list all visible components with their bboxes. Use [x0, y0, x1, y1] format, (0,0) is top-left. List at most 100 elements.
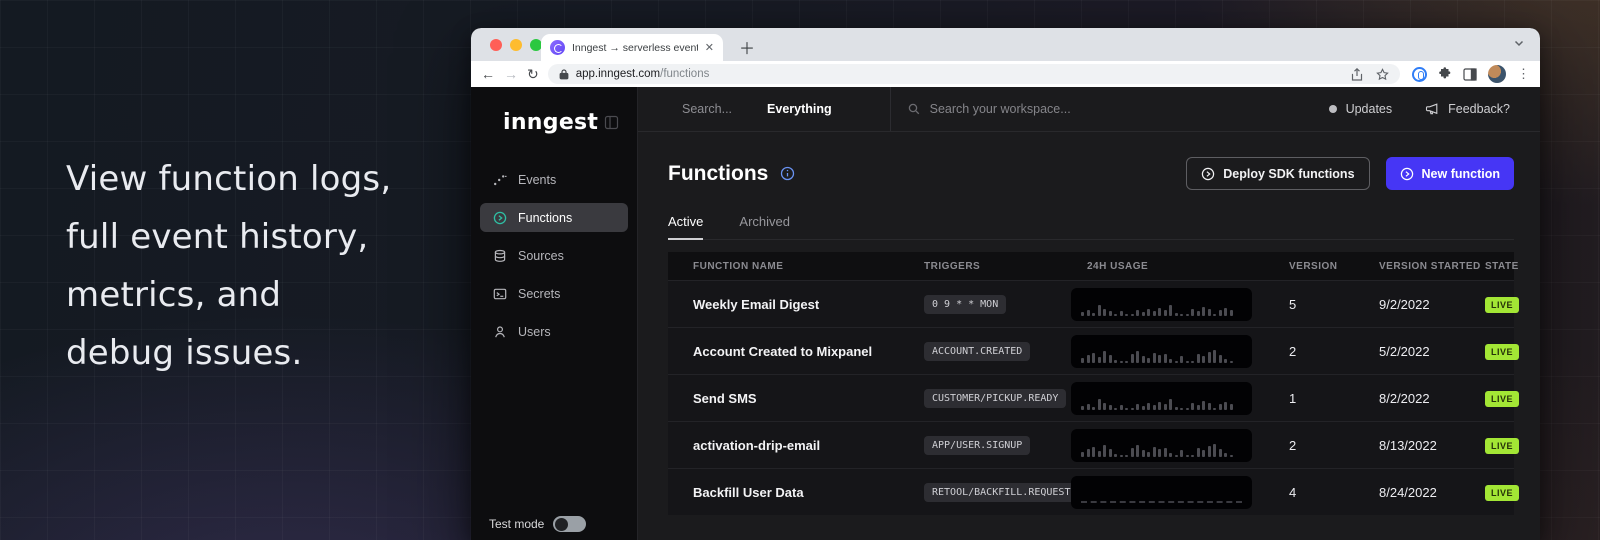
sidebar-item-functions[interactable]: Functions — [480, 203, 628, 232]
secrets-icon — [493, 287, 507, 301]
search-label[interactable]: Search... — [682, 102, 732, 116]
updates-label: Updates — [1346, 102, 1393, 116]
tab-active[interactable]: Active — [668, 214, 703, 239]
function-name: Weekly Email Digest — [693, 297, 924, 312]
function-name: Send SMS — [693, 391, 924, 406]
workspace-search-placeholder: Search your workspace... — [930, 102, 1071, 116]
version-started-date: 8/13/2022 — [1379, 438, 1485, 453]
hero-line: metrics, and — [66, 266, 391, 324]
address-bar[interactable]: app.inngest.com/functions — [548, 64, 1400, 84]
new-function-button[interactable]: New function — [1386, 157, 1514, 190]
version-started-date: 8/2/2022 — [1379, 391, 1485, 406]
inngest-favicon-icon — [550, 40, 565, 55]
toggle-knob — [555, 518, 568, 531]
browser-window: Inngest → serverless event-dri ✕ ＋ ← → ↻… — [471, 28, 1540, 540]
1password-icon[interactable] — [1412, 67, 1427, 82]
status-badge: LIVE — [1485, 391, 1519, 407]
function-name: activation-drip-email — [693, 438, 924, 453]
trigger-badge: ACCOUNT.CREATED — [924, 342, 1030, 361]
sidebar-item-label: Users — [518, 325, 551, 339]
profile-avatar[interactable] — [1488, 65, 1506, 83]
hero-text: View function logs, full event history, … — [66, 150, 391, 382]
back-icon[interactable]: ← — [481, 67, 495, 81]
info-icon[interactable] — [780, 166, 795, 181]
column-state: STATE — [1485, 261, 1519, 272]
browser-tab[interactable]: Inngest → serverless event-dri ✕ — [541, 34, 723, 61]
reload-icon[interactable]: ↻ — [527, 67, 539, 81]
sidebar-item-secrets[interactable]: Secrets — [480, 279, 628, 308]
sidebar-item-label: Functions — [518, 211, 572, 225]
window-controls — [490, 39, 542, 51]
test-mode-toggle[interactable] — [553, 516, 586, 532]
browser-tab-strip: Inngest → serverless event-dri ✕ ＋ — [471, 28, 1540, 61]
column-version-started: VERSION STARTED — [1379, 261, 1485, 272]
functions-page: Functions Deploy SDK functions — [638, 132, 1540, 515]
url-text: app.inngest.com/functions — [576, 68, 710, 80]
version-value: 2 — [1289, 344, 1379, 359]
feedback-button[interactable]: Feedback? — [1425, 102, 1510, 116]
table-row[interactable]: Weekly Email Digest 0 9 * * MON 5 9/2/20… — [668, 280, 1514, 327]
bookmark-star-icon[interactable] — [1376, 68, 1389, 81]
usage-sparkline — [1071, 382, 1252, 415]
tab-archived[interactable]: Archived — [739, 214, 790, 239]
tab-search-chevron-icon[interactable] — [1513, 37, 1525, 49]
megaphone-icon — [1425, 102, 1439, 116]
column-function-name: FUNCTION NAME — [693, 261, 924, 272]
sidebar-item-label: Sources — [518, 249, 564, 263]
sidebar-item-sources[interactable]: Sources — [480, 241, 628, 270]
column-version: VERSION — [1289, 261, 1379, 272]
version-value: 2 — [1289, 438, 1379, 453]
url-host: app.inngest.com — [576, 68, 660, 80]
trigger-badge: APP/USER.SIGNUP — [924, 436, 1030, 455]
functions-icon — [493, 211, 507, 225]
usage-sparkline — [1071, 476, 1252, 509]
workspace-search-input[interactable]: Search your workspace... — [908, 102, 1071, 116]
minimize-window-button[interactable] — [510, 39, 522, 51]
trigger-badge: 0 9 * * MON — [924, 295, 1006, 314]
deploy-sdk-functions-button[interactable]: Deploy SDK functions — [1186, 157, 1369, 190]
circle-play-icon — [1201, 167, 1215, 181]
usage-sparkline — [1071, 288, 1252, 321]
trigger-badge: RETOOL/BACKFILL.REQUESTED — [924, 483, 1091, 502]
search-icon — [908, 103, 920, 115]
browser-menu-icon[interactable]: ⋮ — [1517, 66, 1530, 82]
version-value: 4 — [1289, 485, 1379, 500]
search-scope-everything[interactable]: Everything — [767, 102, 832, 116]
table-row[interactable]: activation-drip-email APP/USER.SIGNUP 2 … — [668, 421, 1514, 468]
browser-toolbar: ← → ↻ app.inngest.com/functions — [471, 61, 1540, 87]
updates-button[interactable]: Updates — [1329, 102, 1393, 116]
collapse-sidebar-icon[interactable] — [604, 115, 619, 130]
side-panel-icon[interactable] — [1463, 68, 1477, 81]
main-panel: Search... Everything Search your workspa… — [638, 87, 1540, 540]
table-row[interactable]: Account Created to Mixpanel ACCOUNT.CREA… — [668, 327, 1514, 374]
page-title: Functions — [668, 162, 768, 186]
sidebar-item-users[interactable]: Users — [480, 317, 628, 346]
updates-dot-icon — [1329, 105, 1337, 113]
sidebar-nav: Events Functions Sources — [471, 165, 637, 346]
sidebar: inngest Events Functions — [471, 87, 638, 540]
hero-line: View function logs, — [66, 150, 391, 208]
url-path: /functions — [660, 68, 709, 80]
sidebar-item-label: Secrets — [518, 287, 560, 301]
tab-close-icon[interactable]: ✕ — [705, 41, 714, 54]
inngest-logo[interactable]: inngest — [503, 110, 598, 135]
sidebar-item-events[interactable]: Events — [480, 165, 628, 194]
column-24h-usage: 24H USAGE — [1071, 261, 1289, 272]
share-icon[interactable] — [1351, 68, 1363, 81]
forward-icon[interactable]: → — [504, 67, 518, 81]
close-window-button[interactable] — [490, 39, 502, 51]
sources-icon — [493, 249, 507, 263]
version-value: 1 — [1289, 391, 1379, 406]
function-tabs: Active Archived — [668, 214, 1514, 240]
omnibox-actions — [1351, 68, 1389, 81]
extensions-puzzle-icon[interactable] — [1438, 67, 1452, 81]
trigger-badge: CUSTOMER/PICKUP.READY — [924, 389, 1066, 408]
table-row[interactable]: Backfill User Data RETOOL/BACKFILL.REQUE… — [668, 468, 1514, 515]
hero-line: full event history, — [66, 208, 391, 266]
version-started-date: 9/2/2022 — [1379, 297, 1485, 312]
version-value: 5 — [1289, 297, 1379, 312]
new-tab-button[interactable]: ＋ — [737, 35, 757, 59]
sidebar-item-label: Events — [518, 173, 556, 187]
table-row[interactable]: Send SMS CUSTOMER/PICKUP.READY 1 8/2/202… — [668, 374, 1514, 421]
lock-icon — [559, 69, 569, 80]
